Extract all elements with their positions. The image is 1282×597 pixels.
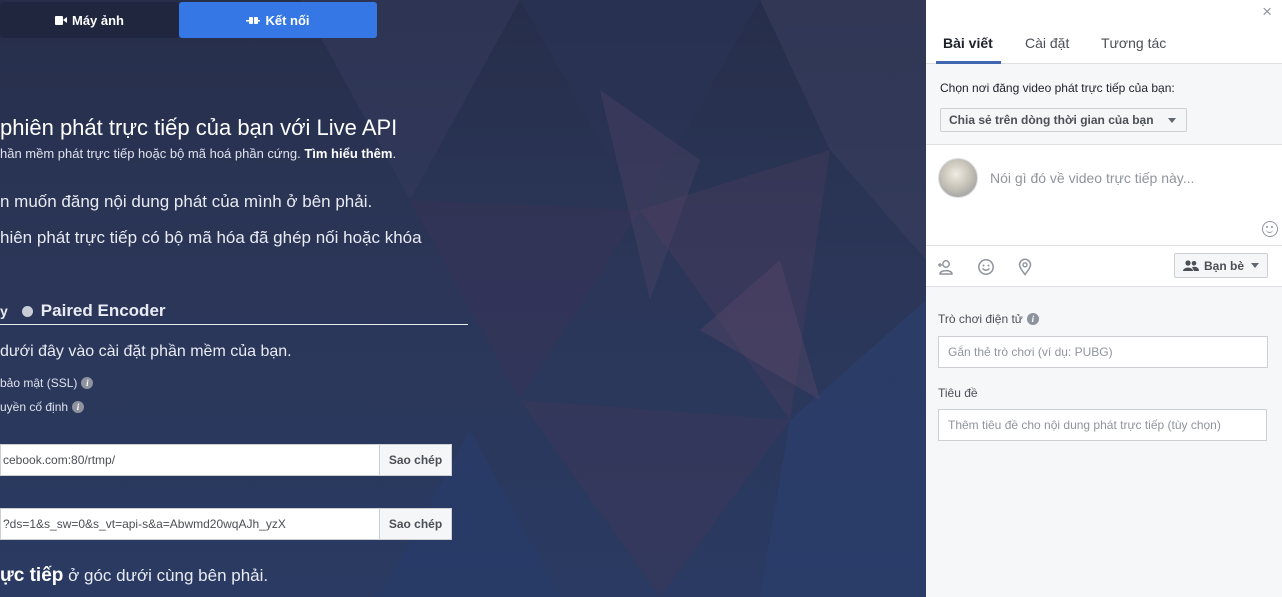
title-input[interactable]: Thêm tiêu đề cho nội dung phát trực tiếp… bbox=[938, 409, 1267, 441]
panel-tabs: Bài viết Cài đặt Tương tác bbox=[926, 22, 1282, 64]
radio-dot-icon bbox=[21, 305, 33, 317]
composer-input[interactable]: Nói gì đó về video trực tiếp này... bbox=[990, 170, 1194, 186]
tab-connect-label: Kết nối bbox=[265, 12, 310, 28]
server-url-field: cebook.com:80/rtmp/ Sao chép bbox=[0, 444, 452, 476]
option-persistent-key-label: uyền cố định bbox=[0, 400, 69, 414]
page-title: phiên phát trực tiếp của bạn với Live AP… bbox=[0, 115, 398, 140]
copy-server-url-button[interactable]: Sao chép bbox=[379, 445, 451, 475]
active-tab-indicator bbox=[936, 61, 1001, 64]
subtitle-period: . bbox=[392, 146, 397, 161]
divider bbox=[0, 324, 468, 325]
tab-settings[interactable]: Cài đặt bbox=[1025, 35, 1069, 51]
game-label: Trò chơi điện tử i bbox=[938, 312, 1039, 326]
tab-interactivity[interactable]: Tương tác bbox=[1101, 35, 1166, 51]
chevron-down-icon bbox=[1167, 117, 1176, 123]
tab-camera-label: Máy ảnh bbox=[71, 12, 124, 28]
share-destination-value: Chia sẻ trên dòng thời gian của bạn bbox=[949, 113, 1154, 127]
audience-value: Bạn bè bbox=[1203, 258, 1244, 273]
encoder-mode-tabs: y Paired Encoder bbox=[0, 301, 166, 321]
location-pin-icon[interactable] bbox=[1016, 258, 1034, 276]
subtitle-text: hần mềm phát trực tiếp hoặc bộ mã hoá ph… bbox=[0, 146, 301, 161]
tab-camera[interactable]: Máy ảnh bbox=[0, 2, 179, 38]
title-label: Tiêu đề bbox=[938, 386, 978, 400]
option-persistent-key[interactable]: uyền cố định i bbox=[0, 400, 85, 414]
mode-tab-paired-encoder[interactable]: Paired Encoder bbox=[41, 301, 166, 321]
info-icon[interactable]: i bbox=[81, 377, 94, 389]
instruction-step-2: hiên phát trực tiếp có bộ mã hóa đã ghép… bbox=[0, 228, 422, 247]
final-instruction-text: ở góc dưới cùng bên phải. bbox=[63, 566, 269, 585]
tag-people-icon[interactable] bbox=[937, 258, 955, 276]
option-ssl[interactable]: bảo mật (SSL) i bbox=[0, 376, 94, 390]
game-tag-input[interactable]: Gắn thẻ trò chơi (ví dụ: PUBG) bbox=[938, 336, 1268, 368]
camera-icon bbox=[54, 15, 67, 25]
avatar bbox=[938, 158, 978, 198]
instruction-step-3: dưới đây vào cài đặt phần mềm của bạn. bbox=[0, 343, 292, 360]
close-icon[interactable]: × bbox=[1262, 2, 1272, 22]
feeling-icon[interactable] bbox=[977, 258, 995, 276]
info-icon[interactable]: i bbox=[72, 401, 85, 413]
composer-actions: Bạn bè bbox=[926, 246, 1282, 287]
info-icon[interactable]: i bbox=[1026, 313, 1039, 325]
share-destination-label: Chọn nơi đăng video phát trực tiếp của b… bbox=[940, 81, 1175, 95]
share-destination-select[interactable]: Chia sẻ trên dòng thời gian của bạn bbox=[940, 108, 1187, 132]
post-settings-panel: × Bài viết Cài đặt Tương tác Chọn nơi đă… bbox=[926, 0, 1282, 597]
learn-more-link[interactable]: Tìm hiểu thêm bbox=[304, 146, 392, 161]
post-composer: Nói gì đó về video trực tiếp này... bbox=[926, 144, 1282, 246]
game-label-text: Trò chơi điện tử bbox=[938, 312, 1023, 326]
final-instruction-bold: ực tiếp bbox=[0, 565, 64, 586]
stream-key-field: ?ds=1&s_sw=0&s_vt=api-s&a=Abwmd20wqAJh_y… bbox=[0, 508, 452, 540]
final-instruction: ực tiếp ở góc dưới cùng bên phải. bbox=[0, 565, 268, 587]
audience-selector[interactable]: Bạn bè bbox=[1173, 253, 1268, 278]
copy-stream-key-button[interactable]: Sao chép bbox=[379, 509, 451, 539]
emoji-icon[interactable] bbox=[1262, 221, 1278, 237]
mode-toolbar: Máy ảnh Kết nối bbox=[0, 0, 926, 38]
connect-icon bbox=[246, 16, 261, 24]
server-url-value[interactable]: cebook.com:80/rtmp/ bbox=[1, 445, 379, 475]
instruction-step-1: n muốn đăng nội dung phát của mình ở bên… bbox=[0, 192, 373, 211]
tab-post[interactable]: Bài viết bbox=[943, 35, 993, 51]
option-ssl-label: bảo mật (SSL) bbox=[0, 376, 78, 390]
chevron-down-icon bbox=[1251, 263, 1259, 268]
page-subtitle: hần mềm phát trực tiếp hoặc bộ mã hoá ph… bbox=[0, 146, 396, 161]
tab-connect[interactable]: Kết nối bbox=[179, 2, 377, 38]
stream-key-value[interactable]: ?ds=1&s_sw=0&s_vt=api-s&a=Abwmd20wqAJh_y… bbox=[1, 509, 379, 539]
live-api-panel: Máy ảnh Kết nối phiên phát trực tiếp của… bbox=[0, 0, 926, 597]
panel-header bbox=[926, 0, 1282, 22]
friends-icon bbox=[1182, 260, 1199, 271]
mode-tab-prev[interactable]: y bbox=[0, 303, 8, 319]
